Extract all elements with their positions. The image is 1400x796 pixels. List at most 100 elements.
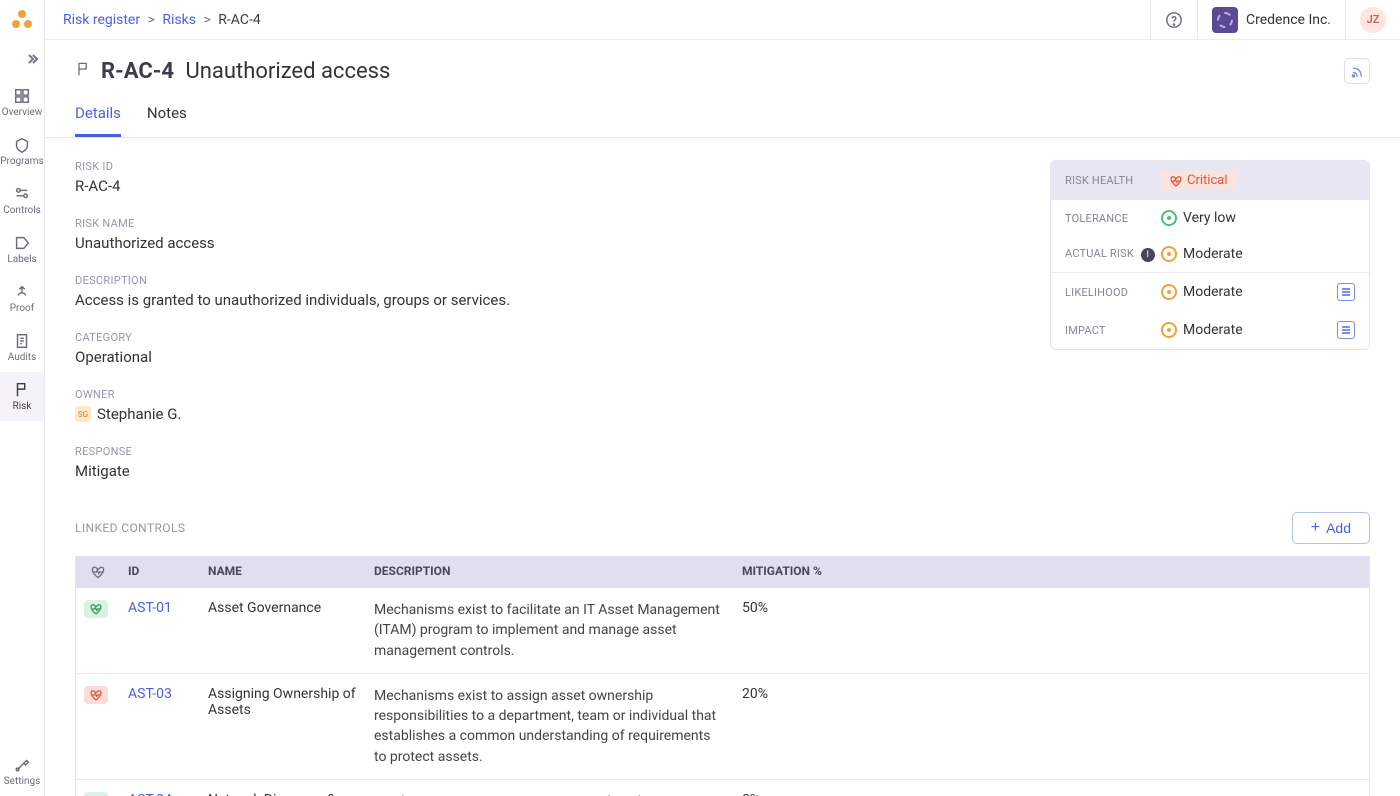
sidebar-nav: Overview Programs Controls Labels Proof … — [0, 78, 44, 421]
feed-button[interactable] — [1344, 58, 1370, 84]
field-value-category: Operational — [75, 348, 1010, 366]
heart-pulse-icon — [1169, 174, 1183, 188]
control-name: Assigning Ownership of Assets — [200, 686, 366, 718]
assess-label-tolerance: TOLERANCE — [1065, 212, 1161, 225]
info-icon[interactable]: i — [1141, 248, 1155, 262]
breadcrumb-sep: > — [203, 12, 210, 28]
status-chip — [84, 792, 108, 796]
page-header: R-AC-4 Unauthorized access Details Notes — [45, 40, 1400, 137]
linked-controls-title: LINKED CONTROLS — [75, 521, 185, 535]
col-header-id[interactable]: ID — [120, 564, 200, 580]
table-row[interactable]: AST-03Assigning Ownership of AssetsMecha… — [76, 673, 1369, 779]
sidebar-item-overview[interactable]: Overview — [0, 78, 44, 127]
sidebar-item-controls[interactable]: Controls — [0, 176, 44, 225]
control-id-link[interactable]: AST-01 — [120, 600, 200, 616]
sidebar-item-audits[interactable]: Audits — [0, 323, 44, 372]
page-title-name: Unauthorized access — [186, 59, 391, 84]
assess-value-tolerance: Very low — [1183, 210, 1236, 226]
status-chip — [84, 600, 108, 618]
add-control-label: Add — [1326, 520, 1351, 536]
target-icon — [1161, 246, 1177, 262]
control-description: Mechanisms exist to assign asset ownersh… — [366, 686, 734, 767]
flag-icon — [75, 61, 91, 81]
table-header: ID NAME DESCRIPTION MITIGATION % — [76, 556, 1369, 588]
sidebar-item-label: Controls — [3, 205, 41, 216]
control-mitigation: 0% — [734, 792, 1369, 796]
help-icon — [1165, 11, 1183, 29]
field-value-risk-name: Unauthorized access — [75, 234, 1010, 252]
risk-health-badge: Critical — [1161, 171, 1235, 190]
control-mitigation: 50% — [734, 600, 1369, 616]
page-title-id: R-AC-4 — [101, 59, 174, 84]
tab-notes[interactable]: Notes — [147, 104, 187, 137]
control-name: Network Diagrams & Data Flow Diagrams (D… — [200, 792, 366, 796]
assess-value-impact: Moderate — [1183, 322, 1243, 338]
sidebar-expand-button[interactable] — [0, 44, 44, 74]
target-icon — [1161, 322, 1177, 338]
control-name: Asset Governance — [200, 600, 366, 616]
control-mitigation: 20% — [734, 686, 1369, 702]
breadcrumb-link-register[interactable]: Risk register — [63, 12, 140, 28]
table-row[interactable]: AST-01Asset GovernanceMechanisms exist t… — [76, 588, 1369, 673]
sidebar-item-label: Overview — [2, 107, 43, 118]
sidebar-item-settings[interactable]: Settings — [0, 747, 44, 796]
sidebar-item-labels[interactable]: Labels — [0, 225, 44, 274]
sidebar: Overview Programs Controls Labels Proof … — [0, 0, 45, 796]
breadcrumb-current: R-AC-4 — [218, 12, 260, 28]
col-header-mitigation[interactable]: MITIGATION % — [734, 564, 1369, 580]
col-header-status — [76, 564, 120, 580]
avatar: JZ — [1360, 7, 1386, 33]
table-row[interactable]: AST-04Network Diagrams & Data Flow Diagr… — [76, 779, 1369, 796]
topbar: Risk register > Risks > R-AC-4 Credence … — [45, 0, 1400, 40]
assess-value-health: Critical — [1187, 173, 1227, 188]
risk-assessment-panel: RISK HEALTH Critical TOLERANCE Very — [1050, 160, 1370, 350]
breadcrumb-link-risks[interactable]: Risks — [162, 12, 196, 28]
rss-icon — [1350, 64, 1364, 78]
assess-label-health: RISK HEALTH — [1065, 174, 1161, 187]
field-value-risk-id: R-AC-4 — [75, 177, 1010, 195]
linked-controls-table: ID NAME DESCRIPTION MITIGATION % AST-01A… — [75, 556, 1370, 796]
assess-value-actual: Moderate — [1183, 246, 1243, 262]
sidebar-item-label: Programs — [0, 156, 43, 167]
field-label-category: CATEGORY — [75, 331, 1010, 344]
control-id-link[interactable]: AST-04 — [120, 792, 200, 796]
control-id-link[interactable]: AST-03 — [120, 686, 200, 702]
col-header-name[interactable]: NAME — [200, 564, 366, 580]
breadcrumb: Risk register > Risks > R-AC-4 — [63, 12, 261, 28]
details-fields: RISK ID R-AC-4 RISK NAME Unauthorized ac… — [75, 160, 1010, 502]
field-value-description: Access is granted to unauthorized indivi… — [75, 291, 1010, 309]
add-control-button[interactable]: + Add — [1292, 512, 1370, 544]
field-label-response: RESPONSE — [75, 445, 1010, 458]
control-description: Mechanisms exist to facilitate an IT Ass… — [366, 600, 734, 661]
heart-pulse-icon — [89, 602, 103, 616]
field-label-description: DESCRIPTION — [75, 274, 1010, 287]
field-value-response: Mitigate — [75, 462, 1010, 480]
owner-avatar-icon: SG — [75, 406, 91, 422]
tab-details[interactable]: Details — [75, 104, 121, 137]
edit-impact-button[interactable] — [1337, 321, 1355, 339]
page-title: R-AC-4 Unauthorized access — [101, 59, 390, 84]
assess-label-likelihood: LIKELIHOOD — [1065, 286, 1161, 299]
sidebar-item-label: Audits — [8, 352, 37, 363]
field-label-risk-name: RISK NAME — [75, 217, 1010, 230]
sidebar-item-risk[interactable]: Risk — [0, 372, 44, 421]
sidebar-item-label: Settings — [4, 776, 41, 787]
assess-value-likelihood: Moderate — [1183, 284, 1243, 300]
status-chip — [84, 686, 108, 704]
heart-pulse-icon — [90, 564, 106, 580]
edit-likelihood-button[interactable] — [1337, 283, 1355, 301]
target-icon — [1161, 284, 1177, 300]
sidebar-item-proof[interactable]: Proof — [0, 274, 44, 323]
sidebar-item-label: Risk — [13, 401, 32, 412]
sidebar-item-programs[interactable]: Programs — [0, 127, 44, 176]
tabs: Details Notes — [75, 104, 1370, 137]
control-description: Mechanisms exist to maintain network arc… — [366, 792, 734, 796]
user-menu[interactable]: JZ — [1345, 0, 1400, 39]
help-button[interactable] — [1150, 0, 1197, 39]
col-header-description[interactable]: DESCRIPTION — [366, 564, 734, 580]
app-logo — [8, 6, 36, 34]
org-switcher[interactable]: Credence Inc. — [1197, 0, 1345, 39]
org-badge-icon — [1212, 7, 1238, 33]
assess-label-actual: ACTUAL RISK i — [1065, 247, 1161, 262]
breadcrumb-sep: > — [148, 12, 155, 28]
